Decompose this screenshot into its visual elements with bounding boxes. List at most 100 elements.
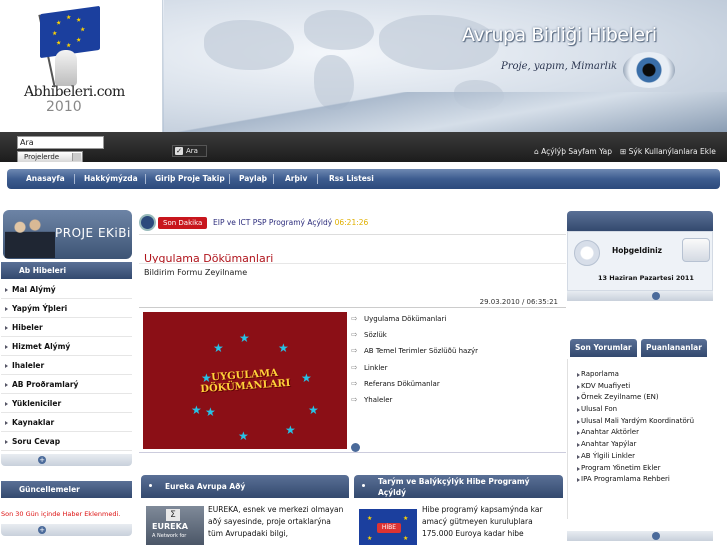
resource-link[interactable]: Ulusal Fon xyxy=(568,404,713,416)
ab-grants-menu: Mal Alýmý Yapým Ýþleri Hibeler Hizmet Al… xyxy=(1,280,132,451)
news-thumbnail-sublabel: A Network for xyxy=(152,533,187,539)
sidebar-item-tenders[interactable]: Ihaleler xyxy=(1,356,132,375)
expand-icon[interactable] xyxy=(652,532,660,540)
document-link[interactable]: Yhaleler xyxy=(351,393,561,409)
resource-link[interactable]: AB Ýlgili Linkler xyxy=(568,451,713,463)
news-heading-agriculture[interactable]: Tarým ve Balýkçýlýk Hibe Programý Açýldý xyxy=(354,475,563,498)
documents-image[interactable]: ★ ★ ★ ★ ★ ★ ★ ★ ★ ★ UYGULAMA DÖKÜMANLARI xyxy=(143,312,347,449)
document-link[interactable]: Referans Dökümanlar xyxy=(351,377,561,393)
eye-graphic xyxy=(623,52,675,88)
welcome-panel-header xyxy=(567,211,713,231)
document-date: 29.03.2010 / 06:35:21 xyxy=(479,298,558,306)
tab-recent-comments[interactable]: Son Yorumlar xyxy=(570,339,637,357)
nav-item-project-tracking[interactable]: Giriþ Proje Takip xyxy=(155,169,225,189)
sidebar-item-ab-programs[interactable]: AB Proðramlarý xyxy=(1,375,132,394)
site-header: ★ ★ ★ ★ ★ ★ ★ ★ Abhibeleri.com 2010 Avrupa Bi… xyxy=(0,0,727,132)
search-button[interactable]: ✓ Ara xyxy=(172,145,207,157)
star-icon: ★ xyxy=(239,331,250,345)
search-button-label: Ara xyxy=(186,147,198,155)
resource-link[interactable]: Anahtar Aktörler xyxy=(568,427,713,439)
welcome-panel-footer xyxy=(567,291,713,301)
document-link[interactable]: Linkler xyxy=(351,361,561,377)
search-scope-label: Projelerde xyxy=(24,153,60,161)
breaking-news-time: 06:21:26 xyxy=(334,218,369,227)
header-title: Avrupa Birliği Hibeleri xyxy=(462,24,657,46)
chevron-down-icon xyxy=(72,153,81,161)
mascot-figure xyxy=(55,50,77,86)
document-links: Uygulama Dökümanlari Sözlük AB Temel Ter… xyxy=(351,312,561,409)
updates-panel-footer: + xyxy=(1,524,132,536)
sidebar-item-service-procurement[interactable]: Hizmet Alýmý xyxy=(1,337,132,356)
star-icon: ★ xyxy=(191,403,202,417)
updates-empty-note: Son 30 Gün içinde Haber Eklenmedi. xyxy=(1,510,121,518)
nav-item-archive[interactable]: Arþiv xyxy=(285,169,307,189)
star-icon: ★ xyxy=(278,341,289,355)
tab-top-rated[interactable]: Puanlananlar xyxy=(641,339,707,357)
sidebar-item-resources[interactable]: Kaynaklar xyxy=(1,413,132,432)
set-homepage-link[interactable]: ⌂ Açýlýþ Sayfam Yap xyxy=(534,147,612,156)
sidebar-item-goods-procurement[interactable]: Mal Alýmý xyxy=(1,280,132,299)
resource-link[interactable]: Ulusal Mali Yardým Koordinatörü xyxy=(568,416,713,428)
add-favorites-label: Sýk Kullanýlanlara Ekle xyxy=(628,147,716,156)
star-icon: ★ xyxy=(213,341,224,355)
project-team-banner[interactable]: PROJE EKiBi xyxy=(3,210,132,259)
sidebar-item-contractors[interactable]: Yükleniciler xyxy=(1,394,132,413)
nav-divider xyxy=(273,174,274,184)
calendar-icon xyxy=(574,240,600,266)
breaking-news-item[interactable]: EIP ve ICT PSP Programý Açýldý 06:21:26 xyxy=(213,218,368,227)
star-icon: ★ xyxy=(367,515,373,522)
team-photo xyxy=(5,214,55,258)
current-date: 13 Haziran Pazartesi 2011 xyxy=(598,274,694,282)
main-content: Son Dakika EIP ve ICT PSP Programý Açýld… xyxy=(139,211,566,545)
expand-icon[interactable] xyxy=(652,292,660,300)
resource-link[interactable]: Örnek Zeyilname (EN) xyxy=(568,392,713,404)
star-icon: ★ xyxy=(205,405,216,419)
star-icon: ★ xyxy=(308,403,319,417)
nav-divider xyxy=(317,174,318,184)
nav-divider xyxy=(229,174,230,184)
breaking-news-ticker: Son Dakika EIP ve ICT PSP Programý Açýld… xyxy=(139,211,566,235)
document-link[interactable]: AB Temel Terimler Sözlüðü hazýr xyxy=(351,344,561,360)
nav-item-about[interactable]: Hakkýmýzda xyxy=(84,169,138,189)
expand-icon[interactable] xyxy=(351,443,360,452)
document-link[interactable]: Uygulama Dökümanlari xyxy=(351,312,561,328)
search-input[interactable] xyxy=(17,136,104,149)
star-icon: ★ xyxy=(285,423,296,437)
sidebar-item-grants[interactable]: Hibeler xyxy=(1,318,132,337)
nav-item-home[interactable]: Anasayfa xyxy=(26,169,65,189)
sidebar-item-faq[interactable]: Soru Cevap xyxy=(1,432,132,451)
ab-grants-heading: Ab Hibeleri xyxy=(1,262,132,279)
expand-icon[interactable]: + xyxy=(38,456,46,464)
add-favorites-link[interactable]: ⊞ Sýk Kullanýlanlara Ekle xyxy=(620,147,716,156)
sidebar-item-construction[interactable]: Yapým Ýþleri xyxy=(1,299,132,318)
resource-link[interactable]: Raporlama xyxy=(568,369,713,381)
breaking-news-tag: Son Dakika xyxy=(158,217,208,229)
main-nav-bar: Anasayfa Hakkýmýzda Giriþ Proje Takip Pa… xyxy=(7,169,720,189)
nav-item-rss[interactable]: Rss Listesi xyxy=(329,169,374,189)
news-heading-eureka[interactable]: Eureka Avrupa Aðý xyxy=(141,475,349,498)
star-icon: ★ xyxy=(367,535,373,542)
news-excerpt: EUREKA, esnek ve merkezi olmayan aðý say… xyxy=(208,505,344,538)
site-logo[interactable]: ★ ★ ★ ★ ★ ★ ★ ★ Abhibeleri.com 2010 xyxy=(0,0,163,132)
star-icon: ★ xyxy=(238,429,249,443)
breaking-news-text: EIP ve ICT PSP Programý Açýldý xyxy=(213,218,333,227)
star-icon: ★ xyxy=(403,515,409,522)
right-sidebar: Hoþgeldiniz 13 Haziran Pazartesi 2011 So… xyxy=(567,211,727,545)
header-slogan: Proje, yapım, Mimarlık xyxy=(501,61,618,72)
nav-item-share[interactable]: Paylaþ xyxy=(239,169,267,189)
news-thumbnail-eureka[interactable]: Σ EUREKA A Network for xyxy=(146,506,204,545)
resource-link[interactable]: Anahtar Yapýlar xyxy=(568,439,713,451)
news-thumbnail-agriculture[interactable]: HİBE ★ ★ ★ ★ xyxy=(359,509,417,545)
clock-icon xyxy=(139,214,156,231)
set-homepage-label: Açýlýþ Sayfam Yap xyxy=(541,147,613,156)
resource-link[interactable]: Program Yönetim Ekler xyxy=(568,463,713,475)
expand-icon[interactable]: + xyxy=(38,526,46,534)
user-avatar-icon[interactable] xyxy=(682,238,710,262)
document-link[interactable]: Sözlük xyxy=(351,328,561,344)
resource-link[interactable]: KDV Muafiyeti xyxy=(568,381,713,393)
divider xyxy=(139,307,566,308)
bullet-icon xyxy=(362,484,365,487)
news-excerpt: Hibe programý kapsamýnda kar amacý gütme… xyxy=(422,505,543,538)
resource-link[interactable]: IPA Programlama Rehberi xyxy=(568,474,713,486)
news-title: Tarým ve Balýkçýlýk Hibe Programý Açýldý xyxy=(378,477,530,497)
